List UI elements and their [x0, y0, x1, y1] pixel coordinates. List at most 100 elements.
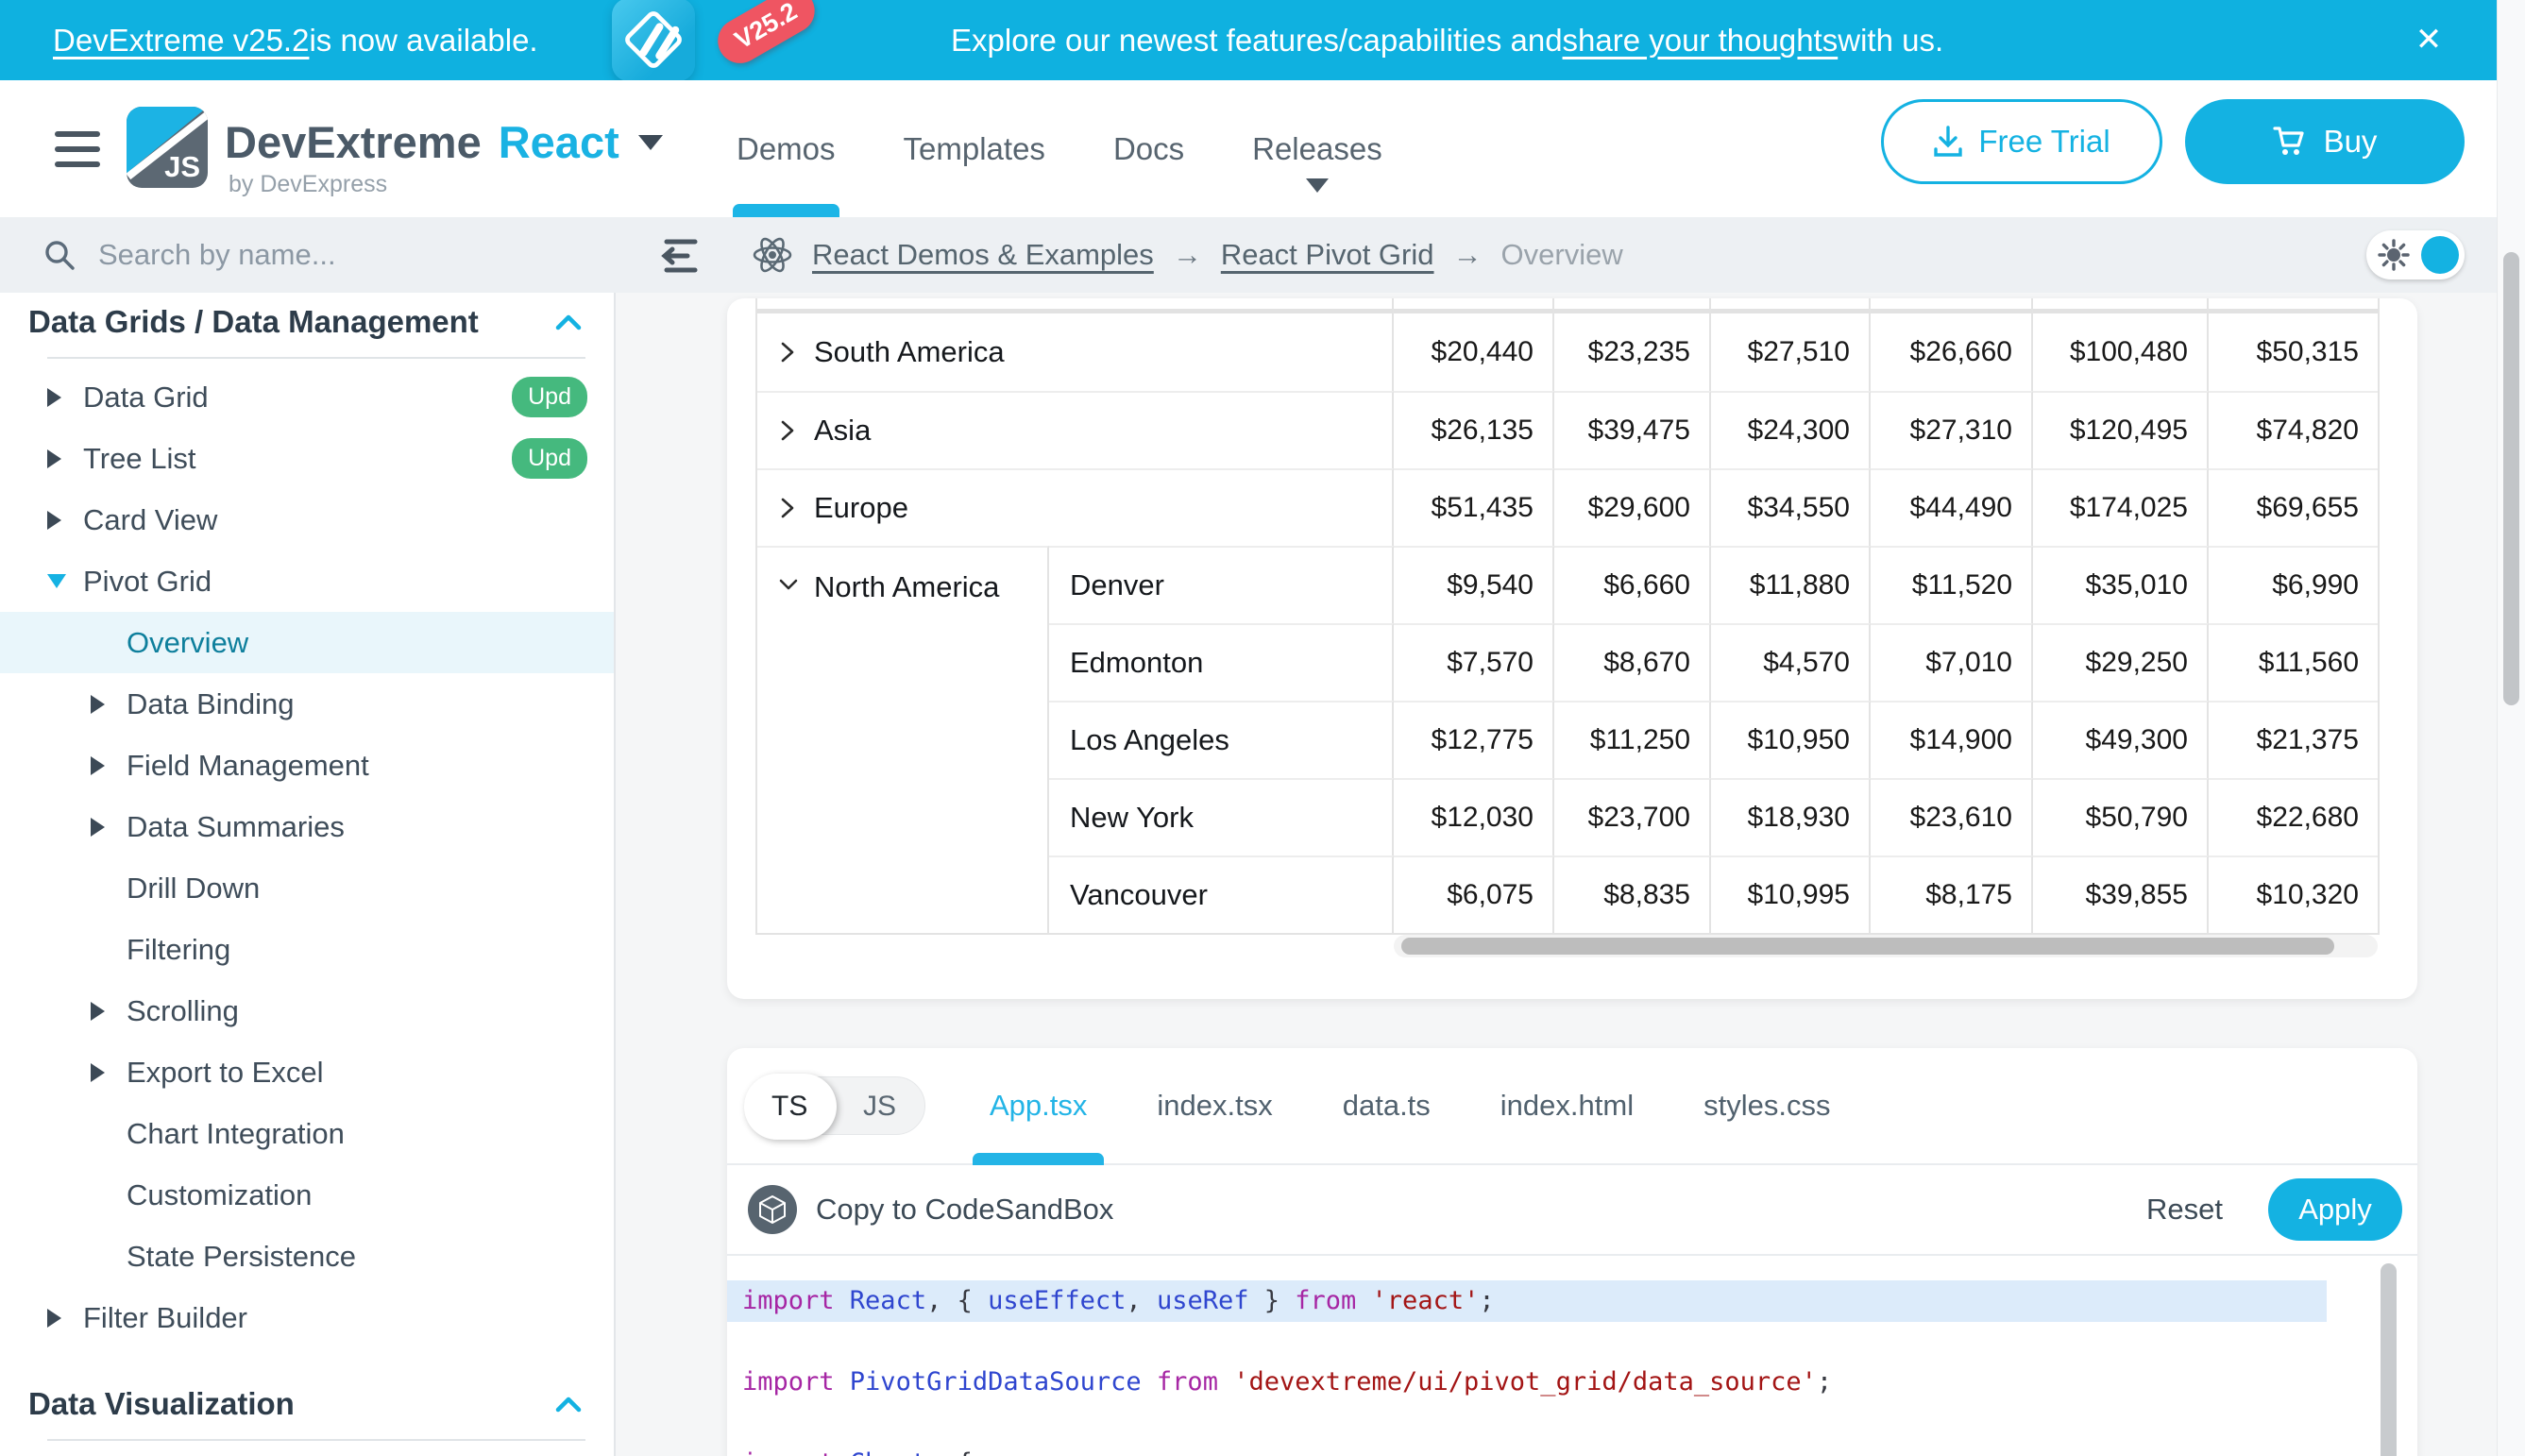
breadcrumb-separator: → — [1173, 238, 1202, 272]
section-data-grids[interactable]: Data Grids / Data Management — [0, 293, 614, 351]
section-data-visualization[interactable]: Data Visualization — [0, 1375, 614, 1433]
sidebar-item-overview[interactable]: Overview — [0, 612, 614, 673]
search-input[interactable] — [98, 238, 514, 272]
banner-message-post: with us. — [1838, 23, 1943, 59]
theme-toggle[interactable] — [2366, 230, 2465, 279]
sidebar-item-label: Customization — [127, 1178, 312, 1212]
banner-version-link[interactable]: DevExtreme v25.2 — [53, 23, 309, 59]
toggle-ts-label[interactable]: TS — [771, 1091, 807, 1123]
sidebar-item-data-grid[interactable]: Data GridUpd — [0, 366, 614, 428]
sidebar-item-pivot-grid[interactable]: Pivot Grid — [0, 550, 614, 612]
tab-data-ts[interactable]: data.ts — [1343, 1048, 1431, 1163]
share-thoughts-link[interactable]: share your thoughts — [1563, 23, 1839, 59]
main-nav: Demos Templates Docs Releases — [737, 80, 1382, 217]
sidebar-item-card-view[interactable]: Card View — [0, 489, 614, 550]
pivot-row-north-america[interactable]: North America — [757, 546, 1049, 933]
pivot-horizontal-scrollbar-thumb[interactable] — [1401, 938, 2334, 955]
reset-button[interactable]: Reset — [2146, 1193, 2223, 1227]
pivot-cell: $50,790 — [2033, 778, 2209, 855]
code-scrollbar-thumb[interactable] — [2381, 1263, 2397, 1456]
sidebar-item-label: Chart Integration — [127, 1117, 345, 1151]
chevron-right-icon[interactable] — [91, 818, 105, 837]
expand-chevron-right-icon[interactable] — [778, 341, 797, 364]
breadcrumb-demos-link[interactable]: React Demos & Examples — [812, 238, 1154, 272]
nav-docs[interactable]: Docs — [1113, 80, 1184, 217]
sidebar-item-drill-down[interactable]: Drill Down — [0, 857, 614, 919]
pivot-row-south-america[interactable]: South America — [757, 313, 1394, 391]
banner-close-icon[interactable]: ✕ — [2406, 17, 2451, 62]
collapse-panel-icon[interactable] — [659, 234, 703, 278]
breadcrumb-pivotgrid-link[interactable]: React Pivot Grid — [1221, 238, 1434, 272]
pivot-cell: $20,440 — [1394, 313, 1554, 391]
buy-button[interactable]: Buy — [2185, 99, 2465, 184]
pivot-cell: $8,670 — [1554, 623, 1711, 701]
sidebar-item-customization[interactable]: Customization — [0, 1164, 614, 1226]
chevron-right-icon[interactable] — [47, 449, 61, 468]
pivot-cell: $23,700 — [1554, 778, 1711, 855]
framework-name[interactable]: React — [499, 116, 619, 168]
free-trial-label: Free Trial — [1978, 124, 2110, 160]
sidebar-search[interactable] — [0, 217, 616, 293]
tab-index-html[interactable]: index.html — [1500, 1048, 1634, 1163]
pivot-horizontal-scrollbar[interactable] — [1394, 935, 2378, 957]
collapse-chevron-down-icon[interactable] — [778, 576, 799, 593]
sidebar-item-export-to-excel[interactable]: Export to Excel — [0, 1041, 614, 1103]
framework-dropdown-caret[interactable] — [638, 135, 663, 150]
pivot-cell: $74,820 — [2209, 391, 2378, 468]
sidebar-item-data-summaries[interactable]: Data Summaries — [0, 796, 614, 857]
chevron-right-icon[interactable] — [47, 511, 61, 530]
sidebar-item-field-management[interactable]: Field Management — [0, 735, 614, 796]
pivot-row-los-angeles: Los Angeles — [1049, 701, 1394, 778]
section-divider — [47, 357, 585, 359]
free-trial-button[interactable]: Free Trial — [1881, 99, 2162, 184]
sidebar-item-data-binding[interactable]: Data Binding — [0, 673, 614, 735]
section-title: Data Visualization — [28, 1386, 295, 1422]
chevron-right-icon[interactable] — [47, 1309, 61, 1328]
theme-toggle-knob[interactable] — [2421, 236, 2459, 274]
language-toggle[interactable]: TS JS — [746, 1076, 925, 1135]
apply-button[interactable]: Apply — [2268, 1178, 2402, 1241]
copy-to-codesandbox-label[interactable]: Copy to CodeSandBox — [816, 1193, 1113, 1227]
tab-styles-css[interactable]: styles.css — [1703, 1048, 1830, 1163]
tab-app-tsx[interactable]: App.tsx — [990, 1048, 1087, 1163]
page-scrollbar-thumb[interactable] — [2503, 252, 2519, 705]
nav-templates[interactable]: Templates — [904, 80, 1045, 217]
pivot-row-europe[interactable]: Europe — [757, 468, 1394, 546]
nav-templates-label: Templates — [904, 131, 1045, 167]
chevron-right-icon[interactable] — [91, 695, 105, 714]
expand-chevron-right-icon[interactable] — [778, 419, 797, 442]
sidebar-item-filter-builder[interactable]: Filter Builder — [0, 1287, 614, 1348]
releases-dropdown-caret — [1306, 178, 1329, 193]
pivot-cell: $6,660 — [1554, 546, 1711, 623]
devextreme-js-logo[interactable]: JS — [127, 107, 208, 188]
pivot-cell: $9,540 — [1394, 546, 1554, 623]
pivot-cell: $4,570 — [1711, 623, 1871, 701]
pivot-cell: $29,600 — [1554, 468, 1711, 546]
toggle-js-label[interactable]: JS — [863, 1091, 896, 1123]
expand-chevron-right-icon[interactable] — [778, 497, 797, 519]
pivot-row-asia[interactable]: Asia — [757, 391, 1394, 468]
nav-demos[interactable]: Demos — [737, 80, 836, 217]
hamburger-menu-icon[interactable] — [55, 131, 100, 167]
devextreme-demos-page: DevExtreme v25.2 is now available. V25.2… — [0, 0, 2525, 1456]
pivot-cell: $12,030 — [1394, 778, 1554, 855]
section-divider — [47, 1439, 585, 1441]
pivot-cell: $10,995 — [1711, 855, 1871, 933]
sidebar-item-filtering[interactable]: Filtering — [0, 919, 614, 980]
chevron-right-icon[interactable] — [47, 388, 61, 407]
pivot-cell: $7,570 — [1394, 623, 1554, 701]
chevron-right-icon[interactable] — [91, 756, 105, 775]
chevron-down-icon[interactable] — [47, 574, 66, 588]
page-scrollbar-track[interactable] — [2497, 0, 2525, 1456]
breadcrumb-current: Overview — [1501, 238, 1623, 272]
pivot-cell: $49,300 — [2033, 701, 2209, 778]
codesandbox-icon[interactable] — [748, 1185, 797, 1234]
nav-releases[interactable]: Releases — [1252, 80, 1382, 217]
sidebar-item-scrolling[interactable]: Scrolling — [0, 980, 614, 1041]
tab-index-tsx[interactable]: index.tsx — [1157, 1048, 1272, 1163]
chevron-right-icon[interactable] — [91, 1063, 105, 1082]
sidebar-item-chart-integration[interactable]: Chart Integration — [0, 1103, 614, 1164]
chevron-right-icon[interactable] — [91, 1002, 105, 1021]
sidebar-item-state-persistence[interactable]: State Persistence — [0, 1226, 614, 1287]
sidebar-item-tree-list[interactable]: Tree ListUpd — [0, 428, 614, 489]
